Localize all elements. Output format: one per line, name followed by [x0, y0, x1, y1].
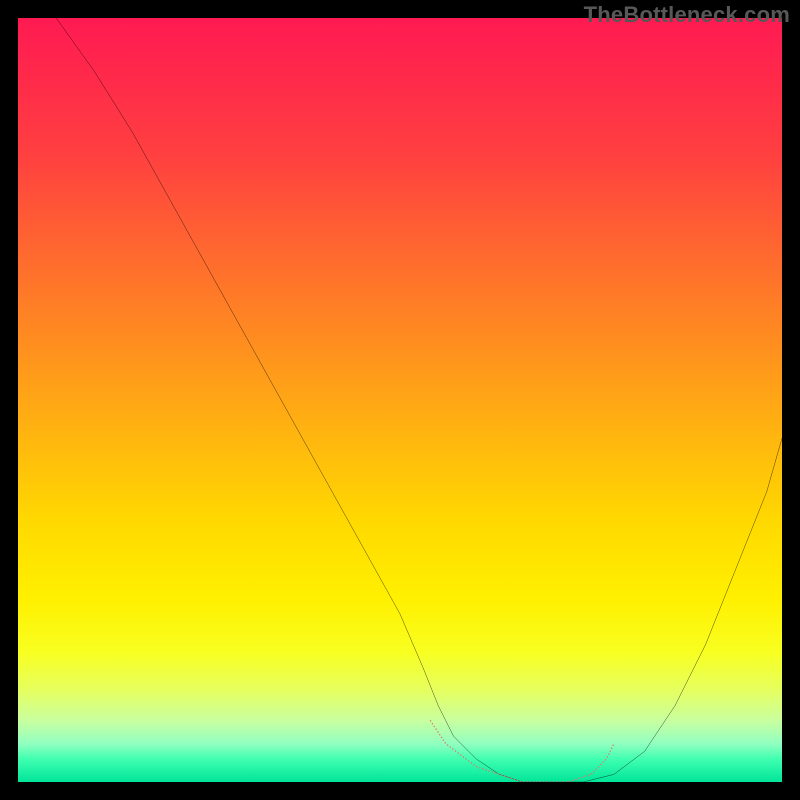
- watermark-label: TheBottleneck.com: [584, 2, 790, 28]
- dots-path: [431, 721, 614, 782]
- plot-area: [18, 18, 782, 782]
- chart-stage: TheBottleneck.com: [0, 0, 800, 800]
- optimal-range-dots: [18, 18, 782, 782]
